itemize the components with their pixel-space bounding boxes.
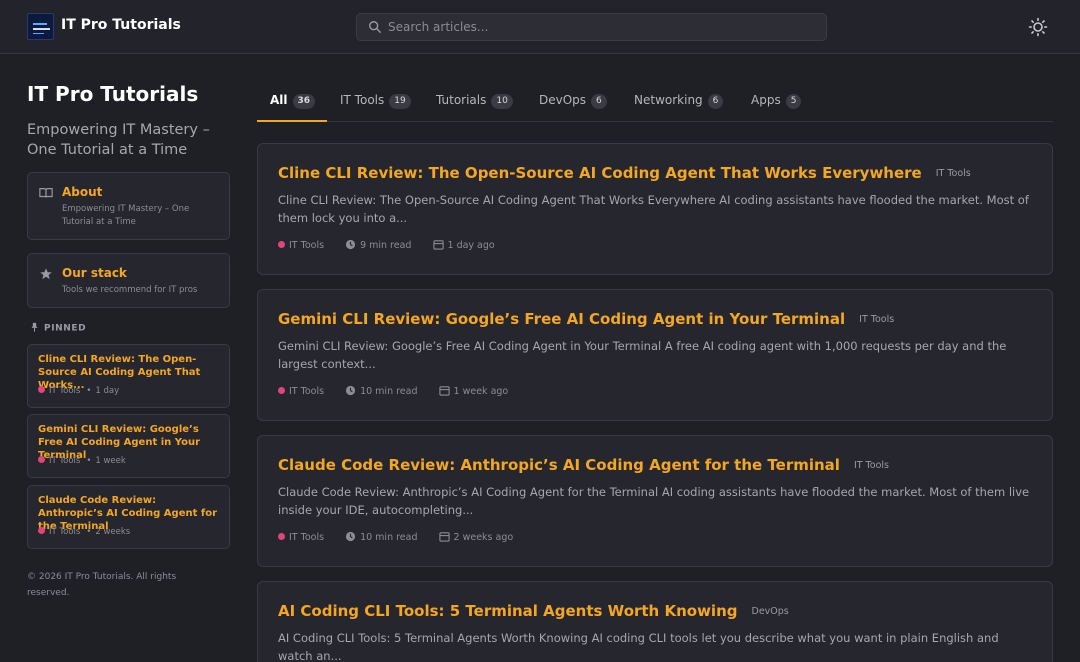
read-time: 10 min read: [360, 532, 418, 543]
category-dot: [278, 387, 285, 394]
about-card[interactable]: About Empowering IT Mastery – One Tutori…: [27, 172, 230, 240]
tab-count-badge: 6: [707, 94, 724, 109]
tab-networking[interactable]: Networking 6: [634, 88, 724, 121]
article-meta: IT Tools 9 min read 1 day ago: [278, 239, 513, 251]
article-title[interactable]: Gemini CLI Review: Google’s Free AI Codi…: [278, 310, 845, 328]
article-title[interactable]: AI Coding CLI Tools: 5 Terminal Agents W…: [278, 602, 738, 620]
article-category[interactable]: IT Tools: [859, 314, 894, 325]
pinned-item[interactable]: Gemini CLI Review: Google’s Free AI Codi…: [27, 414, 230, 478]
sidebar-tagline: Empowering IT Mastery – One Tutorial at …: [27, 122, 210, 158]
tab-count-badge: 10: [491, 94, 513, 109]
category-tabs: All 36 IT Tools 19 Tutorials 10 DevOps 6 Net…: [256, 88, 1053, 122]
tab-count-badge: 19: [389, 94, 411, 109]
article-category[interactable]: DevOps: [752, 606, 789, 617]
top-bar: IT Pro Tutorials: [0, 0, 1080, 54]
search-input[interactable]: [388, 14, 818, 40]
star-icon: [40, 268, 52, 280]
article-date: 1 day ago: [447, 240, 495, 251]
book-icon: [39, 188, 53, 198]
category-dot: [278, 533, 285, 540]
article-meta: IT Tools 10 min read 2 weeks ago: [278, 531, 531, 543]
site-logo[interactable]: [27, 13, 54, 40]
read-time: 9 min read: [360, 240, 412, 251]
calendar-icon: [432, 240, 444, 250]
article-excerpt: Gemini CLI Review: Google’s Free AI Codi…: [278, 339, 1007, 371]
pinned-item-meta: IT Tools • 1 day: [38, 386, 119, 396]
article-card[interactable]: Claude Code Review: Anthropic’s AI Codin…: [257, 435, 1053, 567]
article-category[interactable]: IT Tools: [854, 460, 889, 471]
article-card[interactable]: Gemini CLI Review: Google’s Free AI Codi…: [257, 289, 1053, 421]
tab-apps[interactable]: Apps 5: [751, 88, 802, 121]
article-card[interactable]: Cline CLI Review: The Open-Source AI Cod…: [257, 143, 1053, 275]
category-dot: [38, 456, 45, 463]
article-tag: IT Tools: [289, 532, 325, 543]
category-dot: [38, 527, 45, 534]
article-excerpt: Cline CLI Review: The Open-Source AI Cod…: [278, 193, 1029, 225]
calendar-icon: [438, 532, 450, 542]
article-meta: IT Tools 10 min read 1 week ago: [278, 385, 526, 397]
article-title[interactable]: Cline CLI Review: The Open-Source AI Cod…: [278, 164, 922, 182]
read-time: 10 min read: [360, 386, 418, 397]
tab-count-badge: 6: [591, 94, 607, 109]
article-excerpt: AI Coding CLI Tools: 5 Terminal Agents W…: [278, 631, 999, 662]
article-excerpt: Claude Code Review: Anthropic’s AI Codin…: [278, 485, 1030, 517]
about-title: About: [62, 185, 103, 199]
pinned-item[interactable]: Cline CLI Review: The Open-Source AI Cod…: [27, 344, 230, 408]
search-box[interactable]: [356, 13, 827, 41]
article-category[interactable]: IT Tools: [936, 168, 971, 179]
pinned-item-meta: IT Tools • 2 weeks: [38, 527, 130, 537]
about-desc: Empowering IT Mastery – One Tutorial at …: [62, 204, 190, 227]
article-date: 1 week ago: [453, 386, 509, 397]
clock-icon: [345, 531, 356, 542]
article-card[interactable]: AI Coding CLI Tools: 5 Terminal Agents W…: [257, 581, 1053, 662]
article-tag: IT Tools: [289, 240, 325, 251]
sidebar-title: IT Pro Tutorials: [27, 82, 199, 106]
pinned-item-meta: IT Tools • 1 week: [38, 456, 126, 466]
sun-icon[interactable]: [1028, 17, 1048, 37]
our-stack-desc: Tools we recommend for IT pros: [62, 285, 198, 295]
our-stack-card[interactable]: Our stack Tools we recommend for IT pros: [27, 253, 230, 308]
tab-all[interactable]: All 36: [256, 88, 328, 122]
calendar-icon: [438, 386, 450, 396]
category-dot: [38, 386, 45, 393]
search-icon: [369, 21, 381, 33]
category-dot: [278, 241, 285, 248]
tab-count-badge: 5: [785, 94, 802, 109]
tab-count-badge: 36: [292, 94, 316, 109]
tab-devops[interactable]: DevOps 6: [539, 88, 607, 121]
tab-it-tools[interactable]: IT Tools 19: [340, 88, 411, 121]
clock-icon: [345, 385, 356, 396]
pin-icon: [31, 322, 38, 332]
brand-name[interactable]: IT Pro Tutorials: [61, 17, 181, 33]
pinned-label-text: PINNED: [44, 323, 87, 334]
pinned-heading: PINNED: [30, 322, 87, 334]
pinned-item[interactable]: Claude Code Review: Anthropic’s AI Codin…: [27, 485, 230, 549]
footer-copyright: © 2026 IT Pro Tutorials. All rights rese…: [27, 572, 177, 598]
clock-icon: [345, 239, 356, 250]
tab-tutorials[interactable]: Tutorials 10: [436, 88, 513, 121]
our-stack-title: Our stack: [62, 266, 127, 280]
article-tag: IT Tools: [289, 386, 325, 397]
article-title[interactable]: Claude Code Review: Anthropic’s AI Codin…: [278, 456, 840, 474]
article-date: 2 weeks ago: [453, 532, 514, 543]
